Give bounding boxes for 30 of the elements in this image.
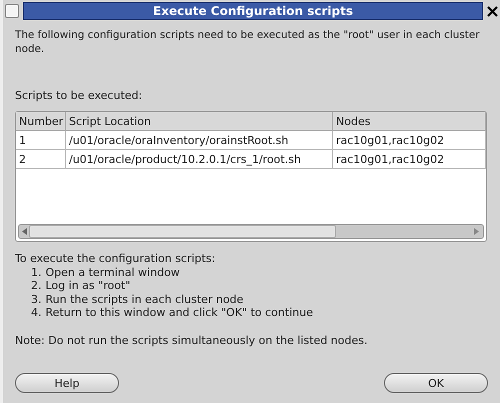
step-text: Open a terminal window xyxy=(46,266,180,279)
step-number: 3. xyxy=(31,292,42,306)
table-cell: /u01/oracle/product/10.2.0.1/crs_1/root.sh xyxy=(66,150,333,169)
ok-button[interactable]: OK xyxy=(384,373,488,393)
window-title: Execute Configuration scripts xyxy=(23,2,483,20)
table-cell: rac10g01,rac10g02 xyxy=(333,131,486,150)
close-icon[interactable] xyxy=(487,6,498,16)
step-text: Log in as "root" xyxy=(46,279,130,292)
step-text: Return to this window and click "OK" to continue xyxy=(46,306,313,320)
step-number: 4. xyxy=(31,306,42,320)
table-cell: 1 xyxy=(16,131,66,150)
intro-text: The following configuration scripts need to be executed as the "root" user in each cluster node. xyxy=(15,28,481,56)
note-text: Note: Do not run the scripts simultaneously on the listed nodes. xyxy=(15,334,368,346)
instructions-heading: To execute the configuration scripts: xyxy=(15,252,216,266)
right-arrow-icon[interactable] xyxy=(474,228,479,235)
left-arrow-icon[interactable] xyxy=(22,228,27,235)
horizontal-scrollbar[interactable] xyxy=(18,224,484,239)
table-cell: rac10g01,rac10g02 xyxy=(333,150,486,169)
table-label: Scripts to be executed: xyxy=(15,89,144,102)
scroll-thumb[interactable] xyxy=(29,225,336,238)
column-header[interactable]: Number xyxy=(16,112,66,131)
step-text: Run the scripts in each cluster node xyxy=(46,292,244,306)
table-cell: 2 xyxy=(16,150,66,169)
step-number: 1. xyxy=(31,266,42,279)
step-number: 2. xyxy=(31,279,42,292)
window-menu-icon[interactable] xyxy=(5,4,19,18)
column-header[interactable]: Nodes xyxy=(333,112,486,131)
table-cell: /u01/oracle/oraInventory/orainstRoot.sh xyxy=(66,131,333,150)
column-header[interactable]: Script Location xyxy=(66,112,333,131)
help-button[interactable]: Help xyxy=(15,373,119,393)
